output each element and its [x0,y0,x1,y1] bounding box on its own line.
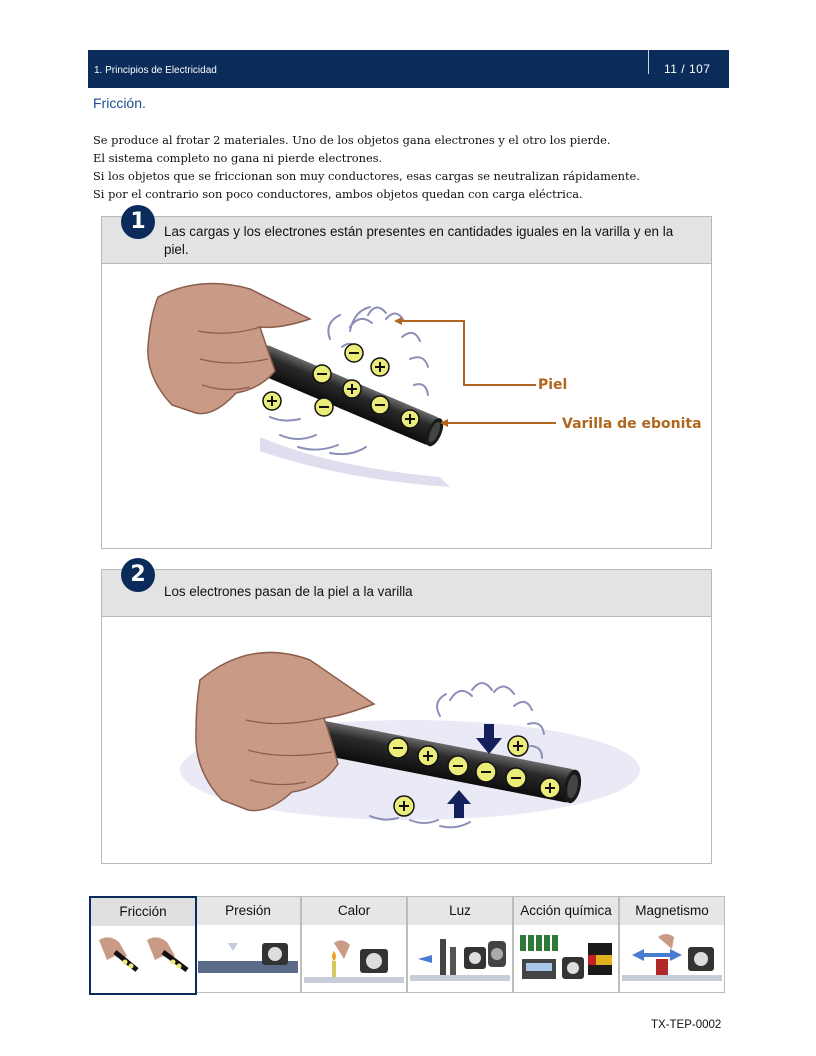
positive-charge-icon [539,777,561,799]
step-2-badge: 2 [121,558,155,592]
tab-label: Magnetismo [620,897,724,925]
step-2-caption: Los electrones pasan de la piel a la var… [164,584,413,599]
negative-charge-icon [370,395,390,415]
topic-tabs: Fricción Presión Calor Luz Acción químic… [89,896,725,995]
tab-label: Acción química [514,897,618,925]
magnetism-thumbnail-icon [622,934,722,981]
positive-charge-icon [400,409,420,429]
intro-line: Si los objetos que se friccionan son muy… [93,169,640,183]
header-divider [648,50,649,74]
tab-calor[interactable]: Calor [301,896,407,993]
skin-pointer-line [396,320,536,386]
negative-charge-icon [312,364,332,384]
negative-charge-icon [344,343,364,363]
intro-line: Si por el contrario son poco conductores… [93,187,583,201]
tab-luz[interactable]: Luz [407,896,513,993]
positive-charge-icon [393,795,415,817]
positive-charge-icon [262,391,282,411]
page-counter: 11 / 107 [664,62,711,76]
positive-charge-icon [370,357,390,377]
intro-text: Se produce al frotar 2 materiales. Uno d… [93,131,733,203]
skin-label: Piel [538,377,567,393]
step-1-caption-bar: Las cargas y los electrones están presen… [102,217,711,264]
fur-shadow [260,437,450,487]
tab-accion-quimica[interactable]: Acción química [513,896,619,993]
friction-step-2-illustration [180,651,640,829]
negative-charge-icon [505,767,527,789]
hand-icon [147,282,312,415]
chemical-thumbnail-icon [520,935,612,979]
negative-charge-icon [314,397,334,417]
negative-charge-icon [447,755,469,777]
tab-magnetismo[interactable]: Magnetismo [619,896,725,993]
tab-label: Fricción [91,898,195,926]
step-1-caption: Las cargas y los electrones están presen… [164,224,674,257]
positive-charge-icon [507,735,529,757]
friction-step-1-illustration: Piel Varilla de ebonita [147,282,702,487]
step-1-badge: 1 [121,205,155,239]
tab-label: Calor [302,897,406,925]
step-1-panel: Las cargas y los electrones están presen… [101,216,712,549]
rod-label: Varilla de ebonita [562,416,702,432]
negative-charge-icon [387,737,409,759]
light-thumbnail-icon [410,939,510,981]
document-code: TX-TEP-0002 [651,1019,722,1031]
header-bar: 1. Principios de Electricidad 11 / 107 [88,50,729,88]
tab-label: Luz [408,897,512,925]
tab-label: Presión [196,897,300,925]
negative-charge-icon [475,761,497,783]
tab-friccion[interactable]: Fricción [89,896,197,995]
section-title: Fricción. [93,95,146,111]
arrow-left-icon [394,317,402,325]
heat-thumbnail-icon [304,940,404,983]
positive-charge-icon [342,379,362,399]
intro-line: Se produce al frotar 2 materiales. Uno d… [93,133,611,147]
intro-line: El sistema completo no gana ni pierde el… [93,151,383,165]
step-2-caption-bar: Los electrones pasan de la piel a la var… [102,570,711,617]
positive-charge-icon [417,745,439,767]
chapter-title: 1. Principios de Electricidad [94,65,217,76]
pressure-thumbnail-icon [198,943,298,973]
step-2-panel: Los electrones pasan de la piel a la var… [101,569,712,864]
friction-thumbnail-icon [99,937,189,972]
tab-presion[interactable]: Presión [195,896,301,993]
